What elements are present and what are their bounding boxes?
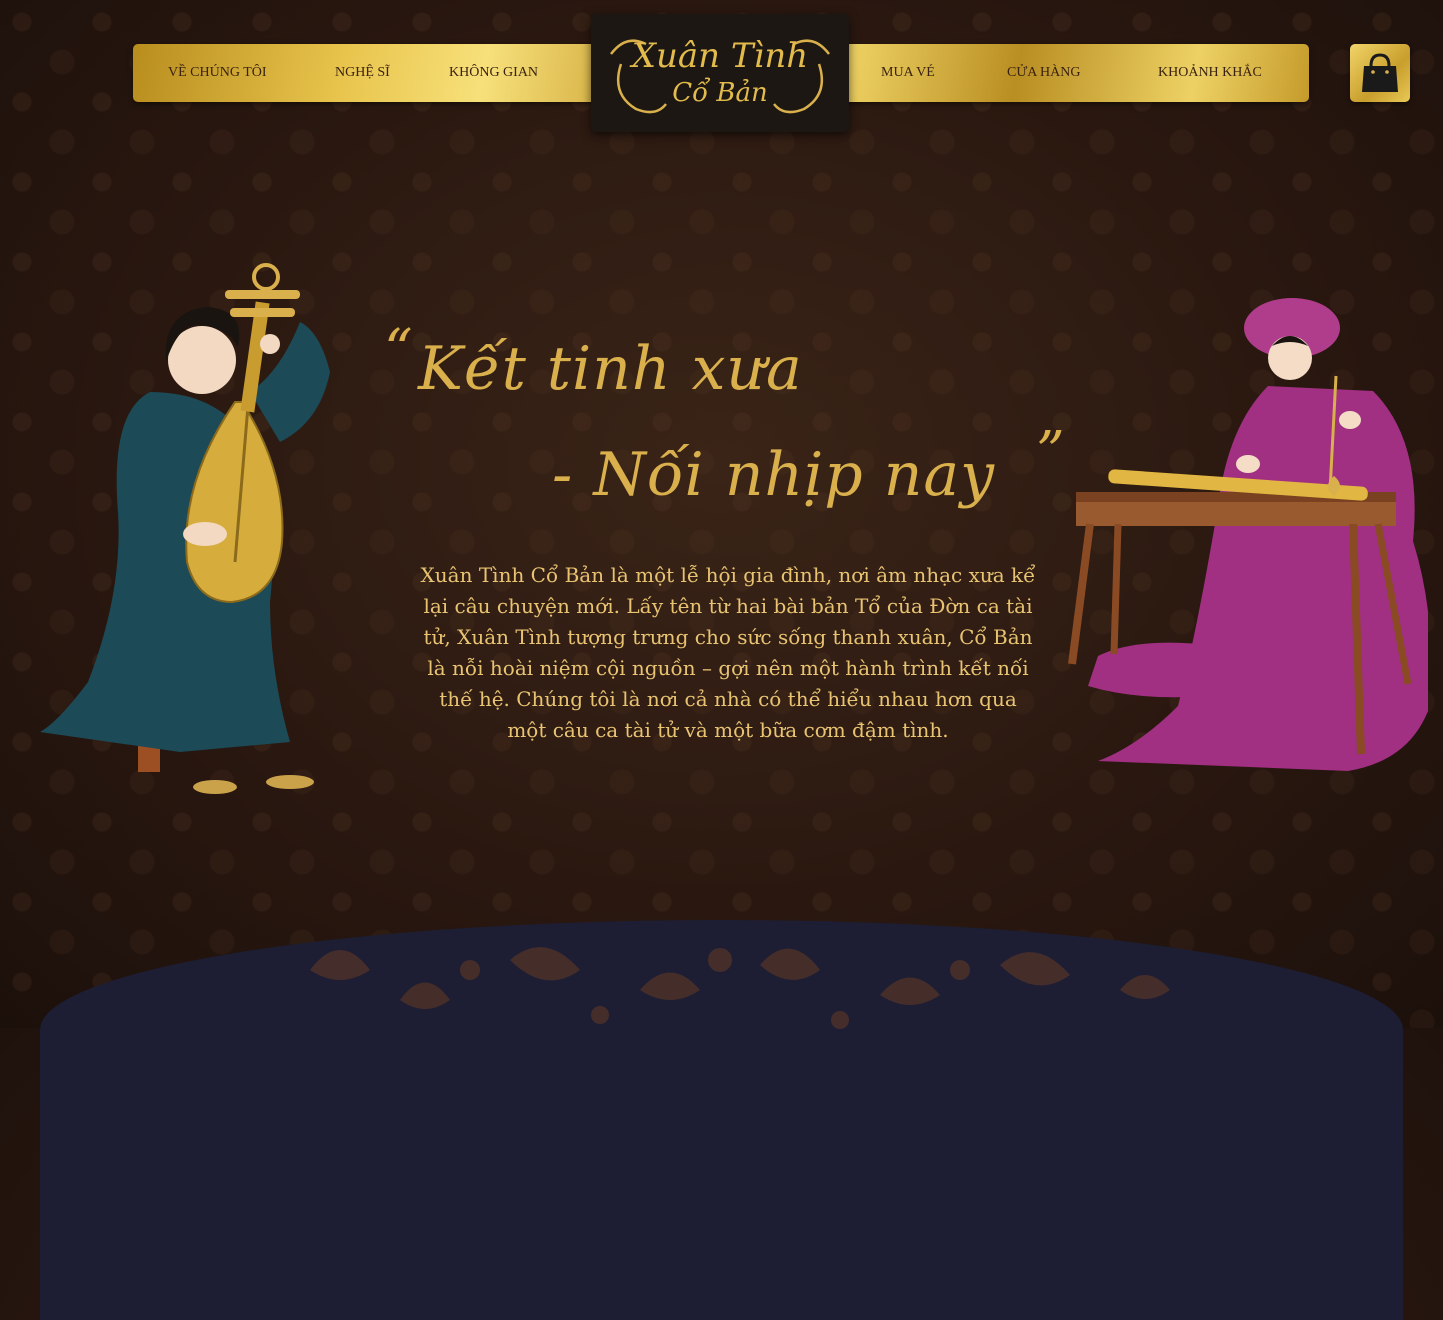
nav-item-space[interactable]: KHÔNG GIAN [449, 44, 538, 102]
bottom-decorative-section [40, 920, 1403, 1320]
cart-button[interactable] [1350, 44, 1410, 102]
musician-dan-bau-illustration [1068, 298, 1428, 771]
hero-heading-line2: - Nối nhịp nay [552, 440, 996, 510]
quote-open-mark: “ [384, 318, 413, 383]
site-logo[interactable]: Xuân Tình Cổ Bản [591, 14, 849, 132]
nav-item-about[interactable]: VỀ CHÚNG TÔI [168, 44, 267, 102]
musician-pipa-illustration [40, 263, 330, 794]
logo-title: Xuân Tình [631, 36, 809, 76]
logo-subtitle: Cổ Bản [672, 78, 768, 108]
quote-close-mark: ” [1036, 420, 1065, 485]
nav-item-shop[interactable]: CỬA HÀNG [1007, 44, 1080, 102]
ornament-icon [310, 947, 1170, 1029]
shopping-bag-icon [1362, 53, 1398, 92]
hero-heading-line1: Kết tinh xưa [418, 334, 803, 404]
nav-item-artists[interactable]: NGHỆ SĨ [335, 44, 390, 102]
hero-description: Xuân Tình Cổ Bản là một lễ hội gia đình,… [420, 563, 1036, 742]
nav-item-tickets[interactable]: MUA VÉ [881, 44, 935, 102]
nav-item-moments[interactable]: KHOẢNH KHẮC [1158, 44, 1262, 102]
